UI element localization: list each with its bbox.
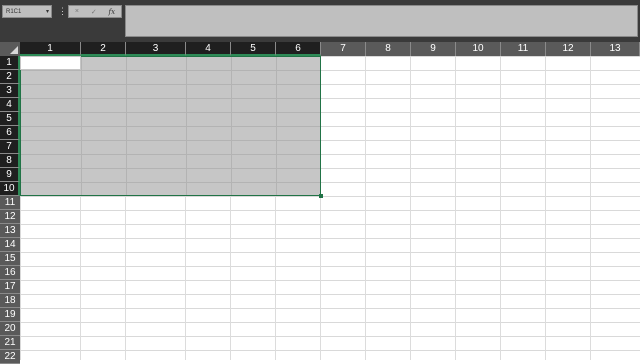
- worksheet-grid: 1 2 3 4 5 6 7 8 9 10 11 12 13 1 2 3 4 5 6 7 8 9 10 11 12 13 14 15 1…: [0, 42, 640, 364]
- column-header-5[interactable]: 5: [231, 42, 276, 56]
- row-header-7[interactable]: 7: [0, 140, 20, 154]
- gridline-vertical: [590, 56, 591, 360]
- row-header-6[interactable]: 6: [0, 126, 20, 140]
- selection-gridline-horizontal: [21, 84, 320, 85]
- selection-gridline-horizontal: [21, 182, 320, 183]
- selection-gridline-horizontal: [21, 168, 320, 169]
- formula-input[interactable]: [125, 5, 638, 37]
- more-options-icon[interactable]: ⋮: [58, 5, 67, 18]
- column-header-6[interactable]: 6: [276, 42, 321, 56]
- cancel-icon[interactable]: ×: [75, 8, 79, 15]
- column-header-2[interactable]: 2: [81, 42, 126, 56]
- row-header-9[interactable]: 9: [0, 168, 20, 182]
- enter-icon[interactable]: ✓: [91, 8, 97, 16]
- selection-gridline-horizontal: [21, 154, 320, 155]
- row-header-8[interactable]: 8: [0, 154, 20, 168]
- row-header-14[interactable]: 14: [0, 238, 20, 252]
- row-header-11[interactable]: 11: [0, 196, 20, 210]
- fill-handle[interactable]: [319, 194, 323, 198]
- selection-gridline-horizontal: [21, 126, 320, 127]
- gridline-vertical: [455, 56, 456, 360]
- row-header-19[interactable]: 19: [0, 308, 20, 322]
- select-all-triangle-icon: [10, 46, 18, 54]
- selection-gridline-horizontal: [21, 98, 320, 99]
- row-header-15[interactable]: 15: [0, 252, 20, 266]
- selection-gridline-horizontal: [21, 140, 320, 141]
- name-box[interactable]: R1C1 ▾: [2, 5, 52, 18]
- formula-buttons: × ✓ fx: [68, 5, 122, 18]
- column-header-10[interactable]: 10: [456, 42, 501, 56]
- chevron-down-icon[interactable]: ▾: [46, 6, 49, 18]
- insert-function-button[interactable]: fx: [109, 8, 116, 16]
- column-header-7[interactable]: 7: [321, 42, 366, 56]
- column-header-13[interactable]: 13: [591, 42, 640, 56]
- row-header-1[interactable]: 1: [0, 56, 20, 70]
- selected-range[interactable]: [20, 56, 321, 196]
- column-header-9[interactable]: 9: [411, 42, 456, 56]
- row-header-4[interactable]: 4: [0, 98, 20, 112]
- row-header-2[interactable]: 2: [0, 70, 20, 84]
- name-box-value: R1C1: [6, 9, 22, 15]
- gridline-vertical: [410, 56, 411, 360]
- column-header-1[interactable]: 1: [20, 42, 81, 56]
- row-header-16[interactable]: 16: [0, 266, 20, 280]
- row-header-20[interactable]: 20: [0, 322, 20, 336]
- selection-gridline-horizontal: [21, 70, 320, 71]
- gridline-vertical: [545, 56, 546, 360]
- row-header-22[interactable]: 22: [0, 350, 20, 364]
- select-all-button[interactable]: [0, 42, 20, 56]
- column-header-4[interactable]: 4: [186, 42, 231, 56]
- row-header-12[interactable]: 12: [0, 210, 20, 224]
- column-header-12[interactable]: 12: [546, 42, 591, 56]
- row-header-13[interactable]: 13: [0, 224, 20, 238]
- row-header-10[interactable]: 10: [0, 182, 20, 196]
- row-header-17[interactable]: 17: [0, 280, 20, 294]
- gridline-vertical: [500, 56, 501, 360]
- active-cell[interactable]: [20, 56, 81, 70]
- row-header-5[interactable]: 5: [0, 112, 20, 126]
- row-header-21[interactable]: 21: [0, 336, 20, 350]
- selection-gridline-horizontal: [21, 112, 320, 113]
- gridline-vertical: [365, 56, 366, 360]
- row-header-3[interactable]: 3: [0, 84, 20, 98]
- row-header-18[interactable]: 18: [0, 294, 20, 308]
- column-header-11[interactable]: 11: [501, 42, 546, 56]
- column-header-3[interactable]: 3: [126, 42, 186, 56]
- formula-bar-area: R1C1 ▾ ⋮ × ✓ fx: [0, 0, 640, 42]
- column-header-8[interactable]: 8: [366, 42, 411, 56]
